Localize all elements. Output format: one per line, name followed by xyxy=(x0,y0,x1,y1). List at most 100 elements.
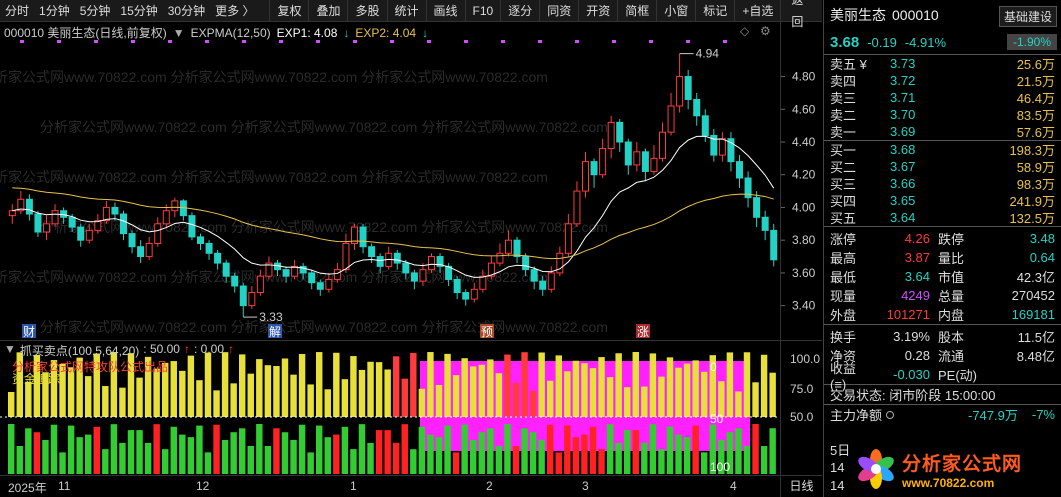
period-tab-5min[interactable]: 5分钟 xyxy=(75,0,116,22)
flow-dot-icon[interactable] xyxy=(886,410,895,419)
tick-button[interactable]: 逐分 xyxy=(500,0,539,22)
upper-bar xyxy=(281,358,289,417)
lower-bar xyxy=(333,434,340,474)
ask-row[interactable]: 卖一 3.69 57.6万 xyxy=(824,123,1061,140)
lower-bar xyxy=(136,430,143,474)
ask-row[interactable]: 卖三 3.71 46.4万 xyxy=(824,89,1061,106)
ask-row[interactable]: 卖五 ¥3.73 25.6万 xyxy=(824,55,1061,72)
lower-bar xyxy=(144,442,152,474)
lower-bar xyxy=(461,424,468,474)
signal-marker xyxy=(538,40,542,43)
candlestick-chart[interactable]: 分析家公式网www.70822.com 分析家公式网www.70822.com … xyxy=(0,22,822,340)
candle-body xyxy=(607,121,615,150)
stats-block-1: 涨停 4.26 跌停 3.48 最高 3.87 量比 0.64 最低 3.64 市值 42.3亿 现量 4… xyxy=(824,226,1061,324)
subchart-title: 抓买卖点(100,5,64,20) xyxy=(19,344,140,358)
indicator-chevron-icon[interactable]: ▼ xyxy=(173,26,185,40)
simple-frame-button[interactable]: 简框 xyxy=(617,0,656,22)
logo-url: www.70822.com xyxy=(902,475,995,490)
stat-key: 市值 xyxy=(938,270,965,285)
period-tab-30min[interactable]: 30分钟 xyxy=(163,0,210,22)
upper-bar xyxy=(470,366,477,417)
lower-bar xyxy=(196,425,203,474)
ask-row[interactable]: 卖四 3.72 21.5万 xyxy=(824,72,1061,89)
period-tab-1min[interactable]: 1分钟 xyxy=(34,0,75,22)
candle-body xyxy=(77,226,85,241)
stat-key: 股本 xyxy=(938,330,965,345)
add-watchlist-button[interactable]: +自选 xyxy=(734,0,780,22)
stat-value: 3.19% xyxy=(893,329,930,344)
period-more-button[interactable]: 更多 〉 xyxy=(210,0,259,22)
lower-bar xyxy=(521,428,528,474)
subchart-header: ▼ 抓买卖点(100,5,64,20) : 50.00 ↑ : 0.00 ↑ xyxy=(4,342,234,359)
open-capital-button[interactable]: 开资 xyxy=(578,0,617,22)
candle-body xyxy=(770,229,778,261)
stat-value: 169181 xyxy=(1011,307,1055,322)
candle-body xyxy=(85,229,93,241)
f10-button[interactable]: F10 xyxy=(464,0,501,22)
subchart-chevron-icon[interactable]: ▼ xyxy=(4,342,16,359)
mini-window-button[interactable]: 小窗 xyxy=(656,0,695,22)
lower-bar xyxy=(675,434,682,474)
candle-body xyxy=(368,246,376,258)
sector-button[interactable]: 基础建设 xyxy=(998,6,1057,27)
same-capital-button[interactable]: 同资 xyxy=(539,0,578,22)
upper-bar xyxy=(624,387,631,417)
upper-bar xyxy=(564,371,571,417)
upper-bar xyxy=(641,386,648,417)
lower-bar xyxy=(375,430,383,474)
candle-body xyxy=(120,213,127,235)
bid-row[interactable]: 买四 3.65 241.9万 xyxy=(824,192,1061,209)
lower-bar xyxy=(538,439,545,474)
indicator-subchart[interactable]: 100.0 75.0 50.0 0 50 100 ▼ 抓买卖点(100,5,64,20) … xyxy=(0,340,822,475)
candle-body xyxy=(68,216,76,228)
stat-row: 涨停 4.26 跌停 3.48 xyxy=(824,229,1061,248)
five-day-label: 5日 xyxy=(830,443,851,458)
candle-body xyxy=(51,210,59,225)
stat-value: -0.030 xyxy=(893,367,930,382)
ask-row[interactable]: 卖二 3.70 83.5万 xyxy=(824,106,1061,123)
signal-marker xyxy=(464,40,468,43)
bid-price: 3.68 xyxy=(890,142,916,157)
date-label: 1 xyxy=(350,479,357,493)
stat-value: 270452 xyxy=(1011,288,1055,303)
stat-key: 流通 xyxy=(938,349,965,364)
upper-bar xyxy=(538,352,545,417)
bid-row[interactable]: 买三 3.66 98.3万 xyxy=(824,175,1061,192)
stat-value: 4249 xyxy=(901,288,930,303)
lower-bar xyxy=(247,445,254,474)
date-label: 3 xyxy=(582,479,589,493)
candle-body xyxy=(633,151,641,166)
statistics-button[interactable]: 统计 xyxy=(386,0,426,22)
stat-key: 内盘 xyxy=(938,308,965,323)
logo-title: 分析家公式网 xyxy=(902,453,1023,475)
up-arrow-icon: ↑ xyxy=(228,342,235,356)
candle-body xyxy=(530,269,538,282)
settings-icon[interactable]: ⚙ xyxy=(760,24,771,38)
period-tab-fenshi[interactable]: 分时 xyxy=(0,0,34,22)
date-axis: 2025年 11 12 1 2 3 4 日线 xyxy=(0,475,822,497)
lower-bar xyxy=(25,428,32,474)
bid-row[interactable]: 买一 3.68 198.3万 xyxy=(824,141,1061,158)
candle-body xyxy=(128,233,136,248)
overlay-button[interactable]: 叠加 xyxy=(308,0,347,22)
last-price: 3.68 xyxy=(830,33,860,51)
y-tick-label: 3.60 xyxy=(792,266,816,280)
upper-bar xyxy=(273,366,280,417)
lower-bar xyxy=(478,432,485,474)
diamond-icon[interactable]: ◇ xyxy=(740,24,749,38)
adjust-button[interactable]: 复权 xyxy=(269,0,308,22)
draw-line-button[interactable]: 画线 xyxy=(425,0,465,22)
date-label: 2 xyxy=(486,479,493,493)
event-label: 财 xyxy=(23,325,35,339)
bid-row[interactable]: 买五 3.64 132.5万 xyxy=(824,209,1061,226)
upper-bar xyxy=(615,353,622,417)
mark-button[interactable]: 标记 xyxy=(695,0,734,22)
multi-stock-button[interactable]: 多股 xyxy=(347,0,386,22)
indicator-name[interactable]: EXPMA(12,50) xyxy=(191,26,271,40)
period-daily-button[interactable]: 日线 xyxy=(780,476,822,497)
upper-bar xyxy=(213,390,220,417)
bid-row[interactable]: 买二 3.67 58.9万 xyxy=(824,158,1061,175)
candle-body xyxy=(308,272,316,284)
period-tab-15min[interactable]: 15分钟 xyxy=(115,0,162,22)
upper-bar xyxy=(461,358,468,417)
